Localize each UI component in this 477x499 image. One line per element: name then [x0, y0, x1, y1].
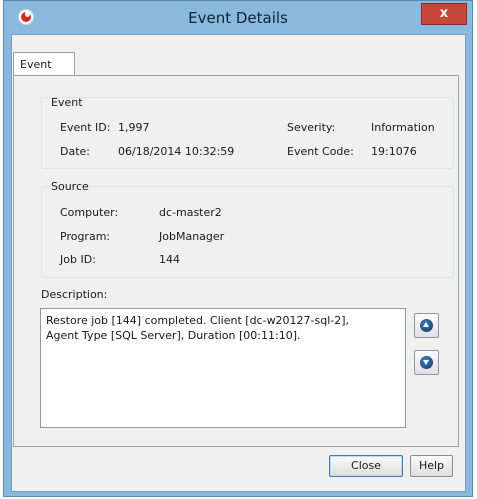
- computer-label: Computer:: [60, 206, 119, 219]
- close-button[interactable]: Close: [329, 455, 403, 477]
- event-code-label: Event Code:: [287, 145, 354, 158]
- source-group-title: Source: [51, 180, 89, 193]
- severity-value: Information: [371, 121, 435, 134]
- tab-event[interactable]: Event: [13, 52, 75, 76]
- arrow-up-icon: [420, 319, 433, 332]
- description-label: Description:: [41, 288, 108, 301]
- window-close-button[interactable]: x: [421, 3, 467, 25]
- date-label: Date:: [60, 145, 90, 158]
- job-id-value: 144: [159, 253, 180, 266]
- window-title: Event Details: [188, 9, 288, 27]
- event-code-value: 19:1076: [371, 145, 417, 158]
- computer-value: dc-master2: [159, 206, 222, 219]
- title-bar: Event Details x: [4, 1, 472, 34]
- arrow-down-icon: [420, 356, 433, 369]
- help-button[interactable]: Help: [410, 455, 453, 477]
- severity-label: Severity:: [287, 121, 336, 134]
- previous-event-button[interactable]: [414, 313, 439, 338]
- event-id-label: Event ID:: [60, 121, 111, 134]
- event-group-title: Event: [51, 96, 83, 109]
- date-value: 06/18/2014 10:32:59: [118, 145, 235, 158]
- next-event-button[interactable]: [414, 350, 439, 375]
- event-id-value: 1,997: [118, 121, 150, 134]
- job-id-label: Job ID:: [60, 253, 96, 266]
- description-text[interactable]: Restore job [144] completed. Client [dc-…: [40, 308, 406, 428]
- program-label: Program:: [60, 230, 111, 243]
- program-value: JobManager: [159, 230, 225, 243]
